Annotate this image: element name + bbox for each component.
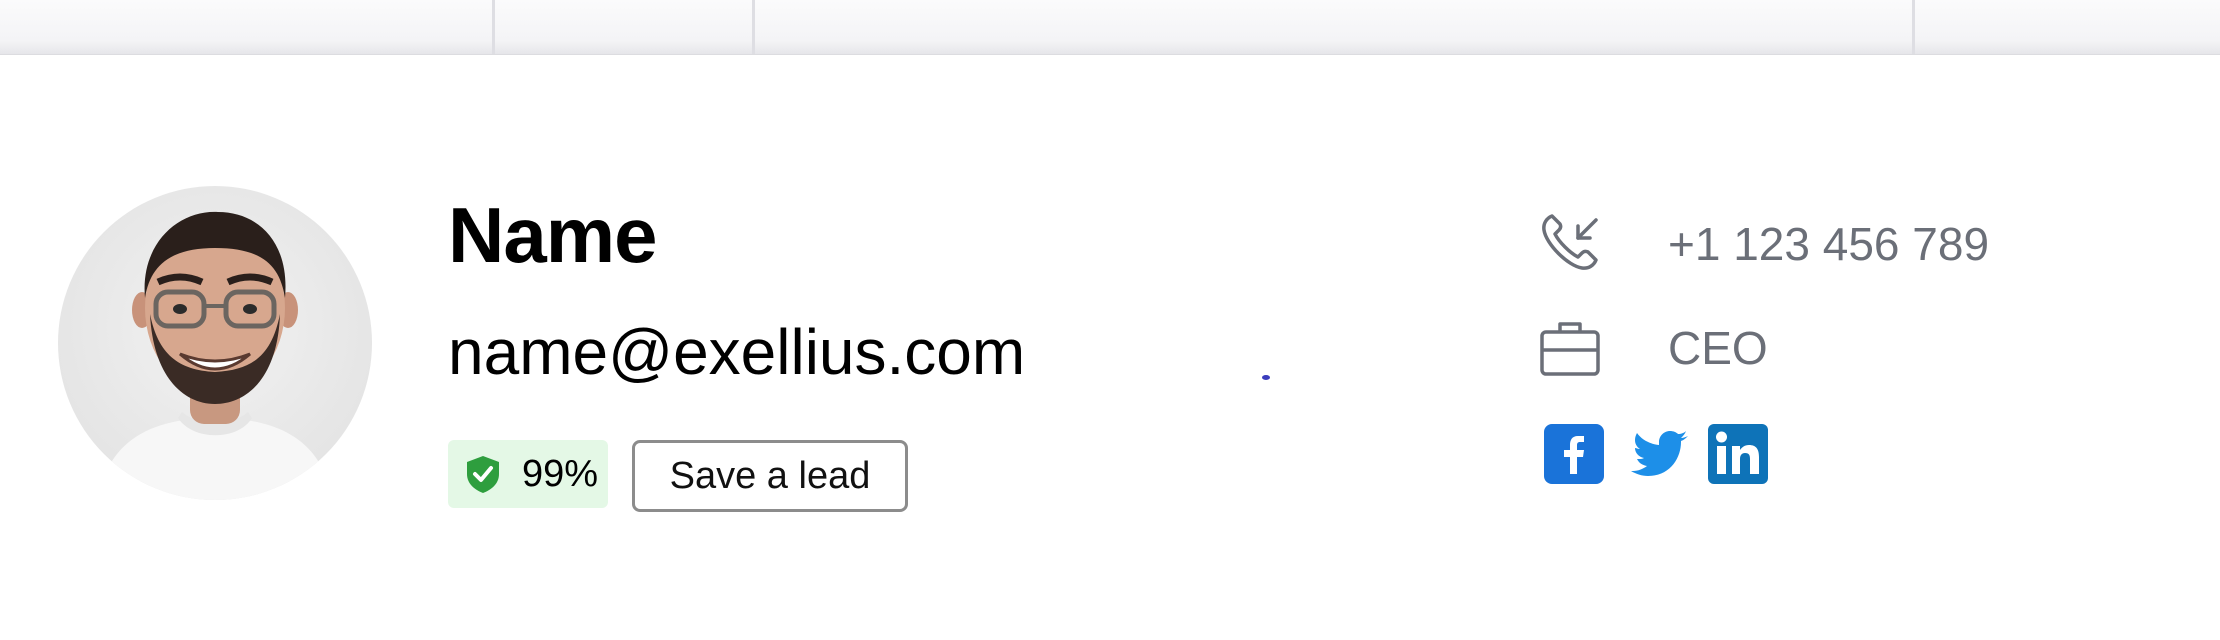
save-lead-button[interactable]: Save a lead: [632, 440, 908, 512]
facebook-icon[interactable]: [1544, 424, 1604, 484]
twitter-icon[interactable]: [1630, 424, 1690, 484]
contact-phone[interactable]: +1 123 456 789: [1668, 214, 1989, 274]
phone-incoming-icon: [1542, 214, 1598, 270]
toolbar-divider: [1912, 0, 1915, 54]
confidence-score: 99%: [522, 453, 599, 495]
contact-email: name@exellius.com: [448, 316, 1026, 388]
toolbar-divider: [752, 0, 755, 54]
top-toolbar: [0, 0, 2220, 55]
verified-shield-icon: [467, 456, 499, 493]
avatar-image: [58, 186, 372, 500]
briefcase-icon: [1540, 322, 1600, 376]
avatar: [58, 186, 372, 500]
linkedin-icon[interactable]: [1708, 424, 1768, 484]
confidence-badge: 99%: [448, 440, 608, 508]
toolbar-divider: [492, 0, 495, 54]
contact-job-title: CEO: [1668, 322, 1768, 374]
contact-name: Name: [448, 191, 657, 279]
cursor-dot: [1262, 375, 1270, 380]
